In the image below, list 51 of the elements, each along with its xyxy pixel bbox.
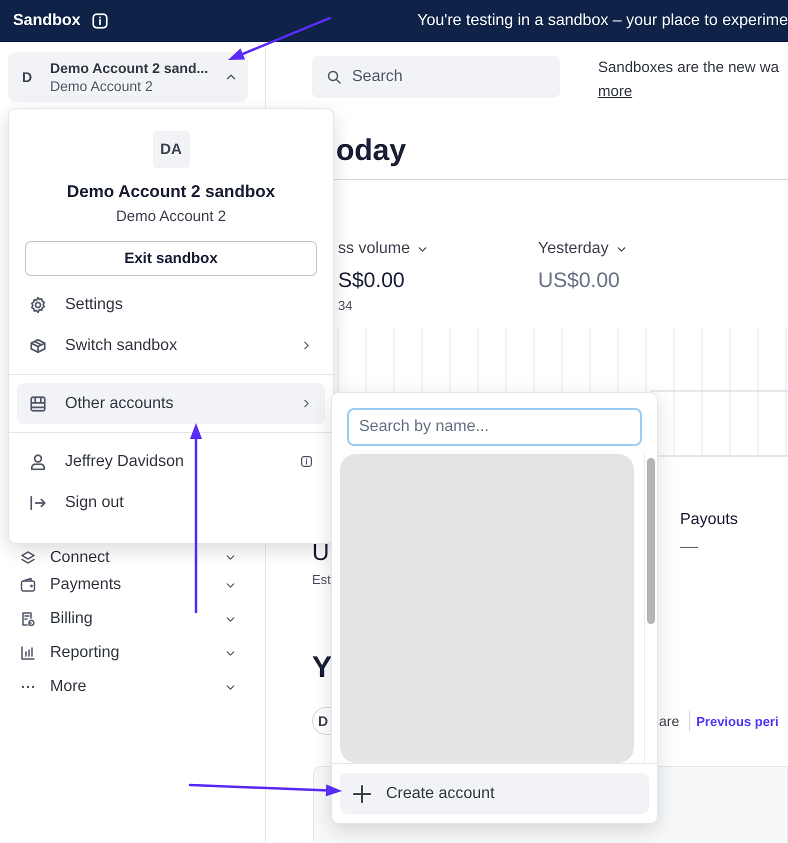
layers-icon [20,550,36,566]
info-icon [300,455,313,468]
sidebar-item[interactable]: Payments [0,568,265,602]
sandbox-message: You're testing in a sandbox – your place to experime [416,12,788,30]
exit-sandbox-button[interactable]: Exit sandbox [25,241,317,276]
info-icon [90,12,109,30]
scrollbar-thumb[interactable] [647,458,656,624]
metric-dropdown[interactable]: ss volume [338,238,430,260]
sidebar-item[interactable]: More [0,670,265,704]
receipt-icon [20,611,36,627]
bar-chart-icon [20,645,36,661]
sign-out-icon [29,494,47,512]
wallet-icon [20,577,36,593]
metric-time: 34 [338,298,352,313]
metric-dropdown[interactable]: Yesterday [538,238,628,260]
more-icon [20,685,36,689]
notice-text: Sandboxes are the new wa [598,58,779,78]
store-icon [29,394,47,412]
account-title: Demo Account 2 sandbox [66,182,276,202]
compare-label: are [659,711,690,731]
plus-icon [352,784,372,804]
metric-value: S$0.00 [338,268,405,294]
sandbox-title: Sandbox [13,12,81,30]
menu-item[interactable]: Settings [17,284,325,325]
account-avatar: DA [152,131,190,168]
search-icon [326,69,342,85]
sidebar-item[interactable]: Billing [0,602,265,636]
section-heading: Y [311,650,334,686]
account-switcher[interactable]: D Demo Account 2 sand... Demo Account 2 [8,52,248,102]
account-subtitle: Demo Account 2 [116,208,226,225]
person-icon [29,452,47,470]
balance-note: Est [312,572,331,587]
payouts-label: Payouts [680,510,738,530]
page-heading: oday [336,133,406,169]
create-account-button[interactable]: Create account [340,773,649,814]
compare-period-link[interactable]: Previous peri [696,714,779,728]
sidebar-item[interactable]: Reporting [0,636,265,670]
payouts-value: — [680,536,698,557]
search-field[interactable]: Search by name... [347,408,642,446]
menu-item[interactable]: Other accounts [17,383,325,424]
metric-value: US$0.00 [538,268,620,294]
search-field[interactable]: Search [312,56,560,98]
balance-value: U [312,538,330,568]
filter-chip[interactable]: D [312,707,331,735]
sidebar-item[interactable]: Connect [0,547,265,568]
cube-icon [29,336,47,354]
menu-item[interactable]: Jeffrey Davidson [17,441,325,482]
menu-item[interactable]: Switch sandbox [17,325,325,366]
settings-icon [29,296,47,314]
menu-item[interactable]: Sign out [17,482,325,523]
learn-more-link[interactable]: more [598,80,632,104]
